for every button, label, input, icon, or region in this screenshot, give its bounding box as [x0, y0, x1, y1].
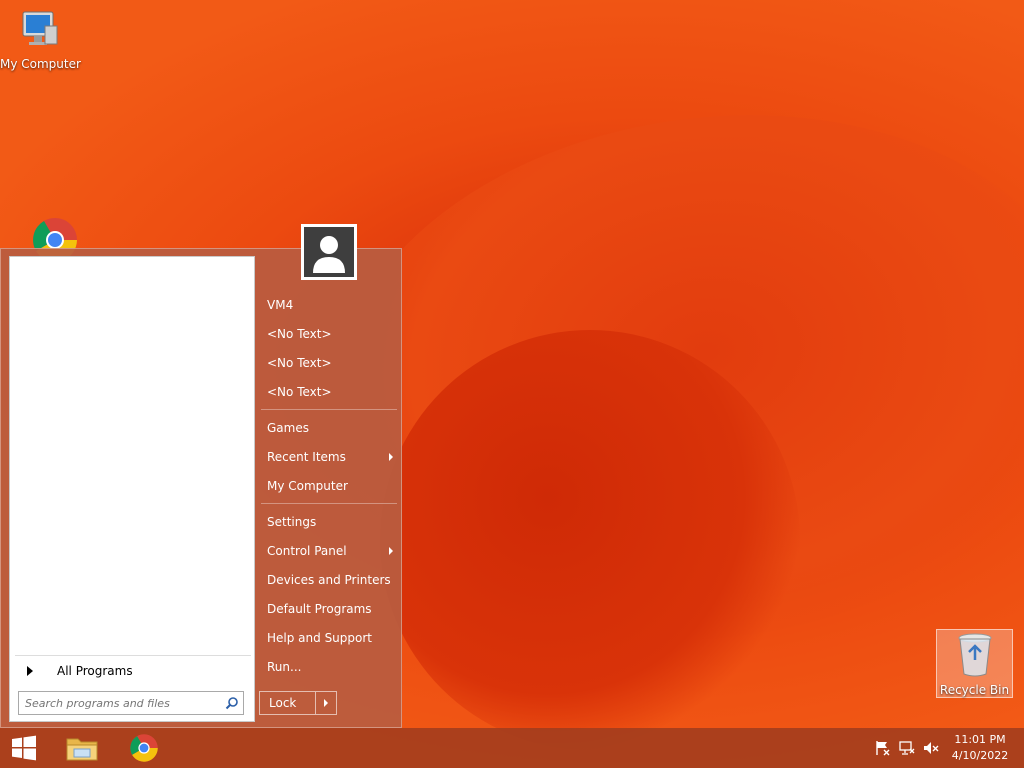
- menu-item-label: <No Text>: [267, 384, 332, 399]
- clock-time: 11:01 PM: [954, 733, 1006, 746]
- start-button[interactable]: [0, 728, 48, 768]
- lock-button-label: Lock: [269, 696, 297, 710]
- all-programs-label: All Programs: [57, 663, 133, 678]
- menu-item-label: Control Panel: [267, 543, 347, 558]
- start-menu: All Programs VM4 <No Text> <No Text> <No…: [0, 224, 402, 728]
- menu-item-games[interactable]: Games: [259, 413, 399, 442]
- menu-item-recent-items[interactable]: Recent Items: [259, 442, 399, 471]
- menu-item-my-computer[interactable]: My Computer: [259, 471, 399, 500]
- menu-item-label: Settings: [267, 514, 317, 529]
- triangle-right-icon: [27, 665, 33, 676]
- start-menu-programs-pane: All Programs: [9, 256, 255, 722]
- menu-item-label: My Computer: [267, 478, 348, 493]
- search-icon[interactable]: [221, 692, 243, 714]
- menu-item-label: <No Text>: [267, 355, 332, 370]
- wallpaper-wave-inner: [380, 330, 800, 750]
- menu-separator: [261, 409, 397, 410]
- shutdown-options-button[interactable]: [315, 692, 336, 714]
- clock-date: 4/10/2022: [951, 749, 1009, 762]
- taskbar: 11:01 PM 4/10/2022: [0, 728, 1024, 768]
- menu-item-label: Run...: [267, 659, 302, 674]
- desktop-icon-my-computer[interactable]: My Computer: [0, 8, 81, 71]
- menu-item-no-text[interactable]: <No Text>: [259, 348, 399, 377]
- menu-item-label: Help and Support: [267, 630, 372, 645]
- search-input[interactable]: [23, 695, 221, 711]
- menu-item-no-text[interactable]: <No Text>: [259, 377, 399, 406]
- chrome-icon: [130, 734, 158, 762]
- menu-separator: [261, 503, 397, 504]
- computer-icon: [22, 11, 58, 45]
- desktop-icon-recycle-bin[interactable]: Recycle Bin: [936, 629, 1013, 698]
- windows-logo-icon: [12, 735, 36, 761]
- folder-icon: [66, 738, 98, 761]
- user-avatar-icon: [313, 236, 345, 273]
- all-programs-button[interactable]: All Programs: [15, 655, 251, 685]
- lock-button[interactable]: Lock: [260, 692, 315, 714]
- menu-item-devices-and-printers[interactable]: Devices and Printers: [259, 565, 399, 594]
- menu-item-label: Devices and Printers: [267, 572, 391, 587]
- menu-item-default-programs[interactable]: Default Programs: [259, 594, 399, 623]
- menu-item-label: VM4: [267, 297, 294, 312]
- submenu-arrow-icon: [389, 453, 393, 461]
- menu-item-settings[interactable]: Settings: [259, 507, 399, 536]
- start-menu-places-pane: VM4 <No Text> <No Text> <No Text> Games …: [259, 290, 399, 681]
- menu-item-label: Recent Items: [267, 449, 346, 464]
- chevron-right-icon: [324, 699, 328, 707]
- taskbar-file-explorer[interactable]: [54, 728, 110, 768]
- menu-item-no-text[interactable]: <No Text>: [259, 319, 399, 348]
- recycle-bin-icon: [958, 633, 991, 677]
- desktop-icon-label: Recycle Bin: [939, 683, 1010, 697]
- menu-item-help-and-support[interactable]: Help and Support: [259, 623, 399, 652]
- menu-item-user-folder[interactable]: VM4: [259, 290, 399, 319]
- lock-button-group: Lock: [259, 691, 337, 715]
- desktop-icon-label: My Computer: [0, 57, 81, 71]
- system-clock[interactable]: 11:01 PM 4/10/2022: [944, 732, 1016, 764]
- submenu-arrow-icon: [389, 547, 393, 555]
- menu-item-label: Games: [267, 420, 309, 435]
- network-icon[interactable]: [898, 740, 916, 756]
- volume-muted-icon[interactable]: [922, 740, 940, 756]
- menu-item-control-panel[interactable]: Control Panel: [259, 536, 399, 565]
- taskbar-chrome[interactable]: [116, 728, 172, 768]
- menu-item-run[interactable]: Run...: [259, 652, 399, 681]
- search-box[interactable]: [18, 691, 244, 715]
- menu-item-label: Default Programs: [267, 601, 372, 616]
- user-picture[interactable]: [301, 224, 357, 280]
- action-center-flag-icon[interactable]: [874, 740, 892, 756]
- menu-item-label: <No Text>: [267, 326, 332, 341]
